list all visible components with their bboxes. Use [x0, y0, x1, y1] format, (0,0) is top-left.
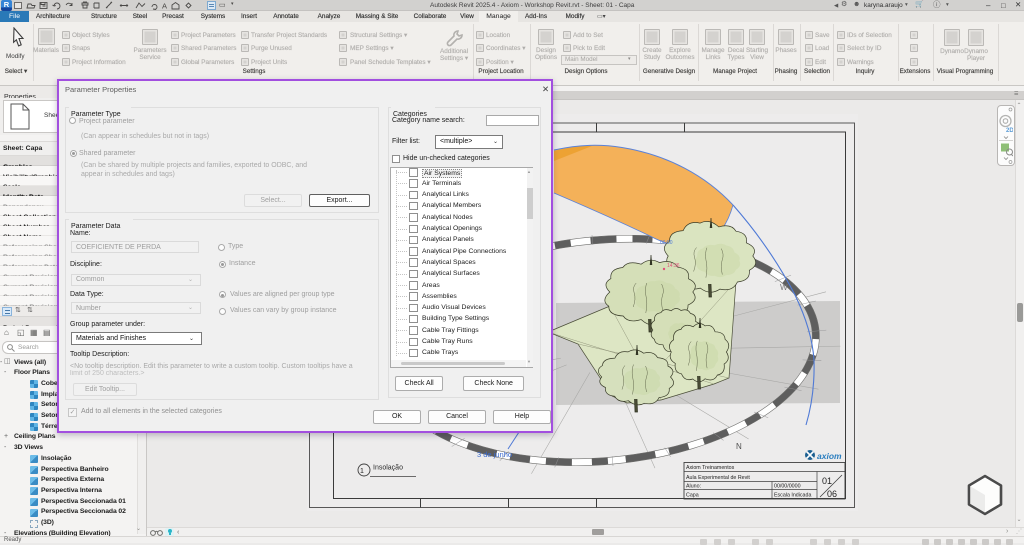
svg-text:axiom: axiom [817, 451, 842, 461]
svg-text:01: 01 [822, 476, 832, 486]
svg-text:W: W [780, 283, 788, 292]
svg-text:00/00/0000: 00/00/0000 [774, 484, 801, 490]
svg-text:06:00: 06:00 [660, 240, 673, 246]
svg-text:3 de junho: 3 de junho [477, 450, 512, 459]
svg-text:14:36: 14:36 [667, 263, 680, 269]
svg-text:A: A [162, 2, 167, 11]
svg-text:Escala Indicada: Escala Indicada [774, 493, 811, 499]
svg-text:Aula Experimental de Revit: Aula Experimental de Revit [686, 475, 750, 481]
svg-text:Axiom Treinamentos: Axiom Treinamentos [686, 465, 735, 471]
svg-text:06: 06 [827, 489, 837, 499]
svg-text:Capa: Capa [686, 493, 699, 499]
svg-text:Aluno:: Aluno: [686, 484, 701, 490]
svg-text:2D: 2D [1006, 128, 1013, 134]
svg-text:1: 1 [360, 468, 364, 475]
svg-text:Insolação: Insolação [373, 465, 403, 472]
svg-text:N: N [736, 442, 742, 451]
